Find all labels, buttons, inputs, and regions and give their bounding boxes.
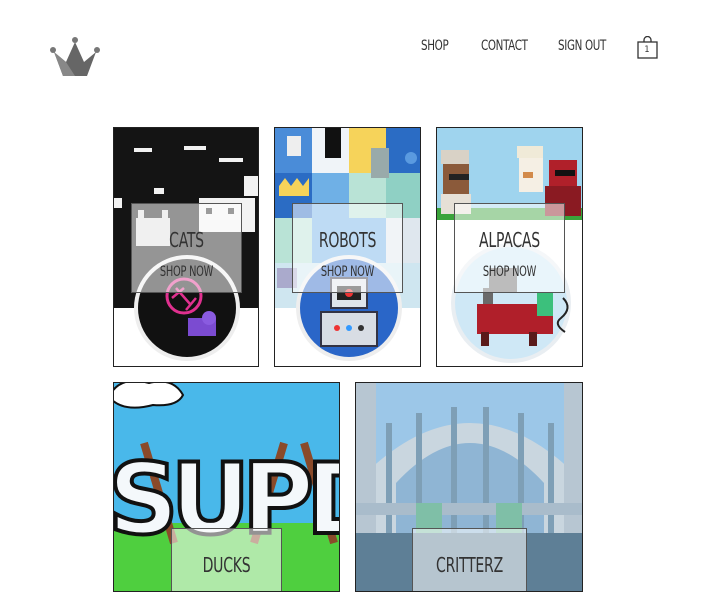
category-label-critterz[interactable]: CRITTERZ <box>412 528 527 591</box>
cart-count: 1 <box>644 45 650 55</box>
category-label-cats[interactable]: CATS SHOP NOW <box>131 203 242 293</box>
main-nav: SHOP CONTACT SIGN OUT <box>0 36 719 60</box>
category-label-robots[interactable]: ROBOTS SHOP NOW <box>292 203 403 293</box>
category-card-ducks[interactable]: SUPDU DUCKS <box>113 382 340 592</box>
category-card-robots[interactable]: ROBOTS SHOP NOW <box>274 127 421 367</box>
category-title: ALPACAS <box>479 228 540 252</box>
category-title: DUCKS <box>202 553 251 577</box>
category-label-ducks[interactable]: DUCKS <box>171 528 282 591</box>
category-card-cats[interactable]: CATS SHOP NOW <box>113 127 259 367</box>
category-title: CATS <box>169 228 204 252</box>
nav-shop-link[interactable]: SHOP <box>421 38 449 54</box>
category-title: ROBOTS <box>318 228 377 252</box>
category-card-alpacas[interactable]: ALPACAS SHOP NOW <box>436 127 583 367</box>
nav-sign-out-link[interactable]: SIGN OUT <box>558 38 606 54</box>
cart-button[interactable]: 1 <box>636 35 660 60</box>
category-label-alpacas[interactable]: ALPACAS SHOP NOW <box>454 203 565 293</box>
shop-now-link[interactable]: SHOP NOW <box>144 264 229 280</box>
category-title: CRITTERZ <box>436 553 503 577</box>
shop-now-link[interactable]: SHOP NOW <box>305 264 390 280</box>
shop-now-link[interactable]: SHOP NOW <box>467 264 552 280</box>
nav-contact-link[interactable]: CONTACT <box>481 38 528 54</box>
category-card-critterz[interactable]: CRITTERZ <box>355 382 583 592</box>
